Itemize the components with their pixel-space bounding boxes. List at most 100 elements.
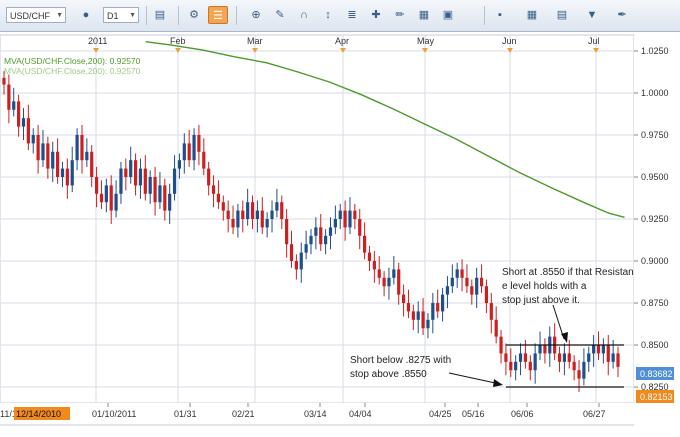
candle-body: [533, 353, 537, 371]
y-tick-label: 1.0250: [641, 46, 669, 56]
candle-body: [387, 277, 391, 287]
candle-body: [475, 277, 479, 295]
month-label: Apr: [335, 36, 349, 46]
candle-body: [611, 353, 615, 362]
candle-body: [616, 353, 620, 367]
properties-icon[interactable]: ☰: [208, 6, 228, 24]
candle-body: [163, 185, 167, 211]
chart-type-icon[interactable]: ▤: [150, 6, 170, 24]
month-label: Jul: [588, 36, 600, 46]
price-chart[interactable]: 2011 Feb Mar Apr May Jun Jul MVA(USD/CHF.Close…: [0, 32, 680, 437]
candle-body: [94, 176, 99, 194]
candle-body: [294, 261, 298, 270]
candle-body: [75, 134, 79, 161]
candle-body: [523, 353, 528, 362]
candle-body: [270, 210, 274, 219]
indicator-icon[interactable]: ⚙: [184, 6, 204, 24]
candle-body: [514, 361, 518, 371]
candle-body: [250, 202, 255, 219]
candle-body: [65, 168, 69, 186]
tools-icon[interactable]: ▼: [582, 6, 602, 24]
month-label: Mar: [247, 36, 263, 46]
candle-body: [397, 269, 401, 295]
crosshair-icon[interactable]: ✚: [366, 6, 386, 24]
globe-icon[interactable]: ●: [76, 6, 96, 24]
tools-icon[interactable]: ▦: [522, 6, 542, 24]
pen-tool-icon[interactable]: ✒: [612, 6, 632, 24]
candle-body: [197, 134, 201, 152]
candle-body: [377, 269, 381, 278]
save-icon[interactable]: ▣: [438, 6, 458, 24]
candle-body: [246, 202, 250, 219]
y-tick-label: 0.8750: [641, 298, 669, 308]
candle-body: [46, 143, 50, 169]
x-tick-label: 01/10/2011: [92, 409, 136, 419]
current-price-label: 0.83682: [640, 369, 673, 379]
candle-body: [177, 160, 182, 169]
chart-grid-icon[interactable]: ▦: [414, 6, 434, 24]
month-label: Jun: [502, 36, 517, 46]
y-tick-label: 0.8500: [641, 340, 669, 350]
magnet-icon[interactable]: ∩: [294, 6, 314, 24]
candle-body: [460, 269, 464, 278]
x-tick-label: 04/04: [349, 409, 372, 419]
layout-icon[interactable]: ▪: [490, 6, 510, 24]
candle-body: [304, 244, 308, 253]
candle-body: [518, 353, 523, 362]
drawing-icon[interactable]: ✎: [270, 6, 290, 24]
zoom-icon[interactable]: ⊕: [246, 6, 266, 24]
candle-body: [265, 219, 269, 228]
symbol-select[interactable]: USD/CHF ▼: [6, 7, 66, 23]
month-label: Feb: [170, 36, 186, 46]
candle-body: [221, 202, 225, 211]
month-label: May: [417, 36, 435, 46]
pencil-icon[interactable]: ✏: [390, 6, 410, 24]
y-tick-label: 0.9500: [641, 172, 669, 182]
candle-body: [431, 303, 435, 320]
y-tick-label: 1.0000: [641, 88, 669, 98]
chart-toolbar: USD/CHF ▼ ● D1 ▼ ▤ ⚙ ☰ ⊕ ✎ ∩ ↕ ≣ ✚ ✏ ▦ ▣…: [0, 0, 680, 32]
timeframe-label: D1: [107, 11, 119, 21]
candle-body: [543, 345, 547, 354]
candle-body: [587, 353, 591, 362]
candle-body: [343, 210, 347, 228]
y-tick-label: 0.9250: [641, 214, 669, 224]
candle-body: [504, 353, 508, 362]
candle-body: [211, 185, 216, 194]
candle-body: [484, 286, 489, 304]
candle-body: [606, 345, 610, 362]
candle-body: [31, 134, 35, 144]
candle-body: [2, 77, 6, 85]
candle-body: [319, 227, 323, 245]
candle-body: [470, 286, 474, 295]
toolbar-separator: [484, 6, 485, 25]
candle-body: [104, 185, 108, 203]
candle-body: [324, 235, 328, 245]
fibonacci-icon[interactable]: ≣: [342, 6, 362, 24]
candle-body: [285, 219, 289, 245]
candle-body: [489, 303, 493, 320]
candle-body: [494, 319, 498, 337]
toolbar-separator: [236, 6, 237, 25]
candle-body: [60, 168, 65, 177]
layout-icon[interactable]: ▤: [552, 6, 572, 24]
candle-body: [12, 101, 16, 110]
candle-body: [90, 151, 94, 177]
candle-body: [236, 210, 240, 228]
candle-body: [231, 219, 235, 228]
candle-body: [577, 370, 581, 379]
candle-body: [348, 210, 352, 228]
toolbar-separator: [146, 6, 147, 25]
ruler-icon[interactable]: ↕: [318, 6, 338, 24]
chevron-down-icon: ▼: [129, 12, 136, 19]
candle-body: [421, 311, 425, 329]
candle-body: [133, 160, 138, 186]
candle-body: [592, 345, 596, 354]
x-tick-label: 06/27: [583, 409, 606, 419]
candle-body: [17, 101, 21, 127]
x-tick-label: 04/25: [429, 409, 452, 419]
timeframe-select[interactable]: D1 ▼: [103, 7, 139, 23]
candle-body: [338, 210, 342, 219]
candle-body: [601, 345, 605, 354]
candle-body: [207, 168, 211, 186]
